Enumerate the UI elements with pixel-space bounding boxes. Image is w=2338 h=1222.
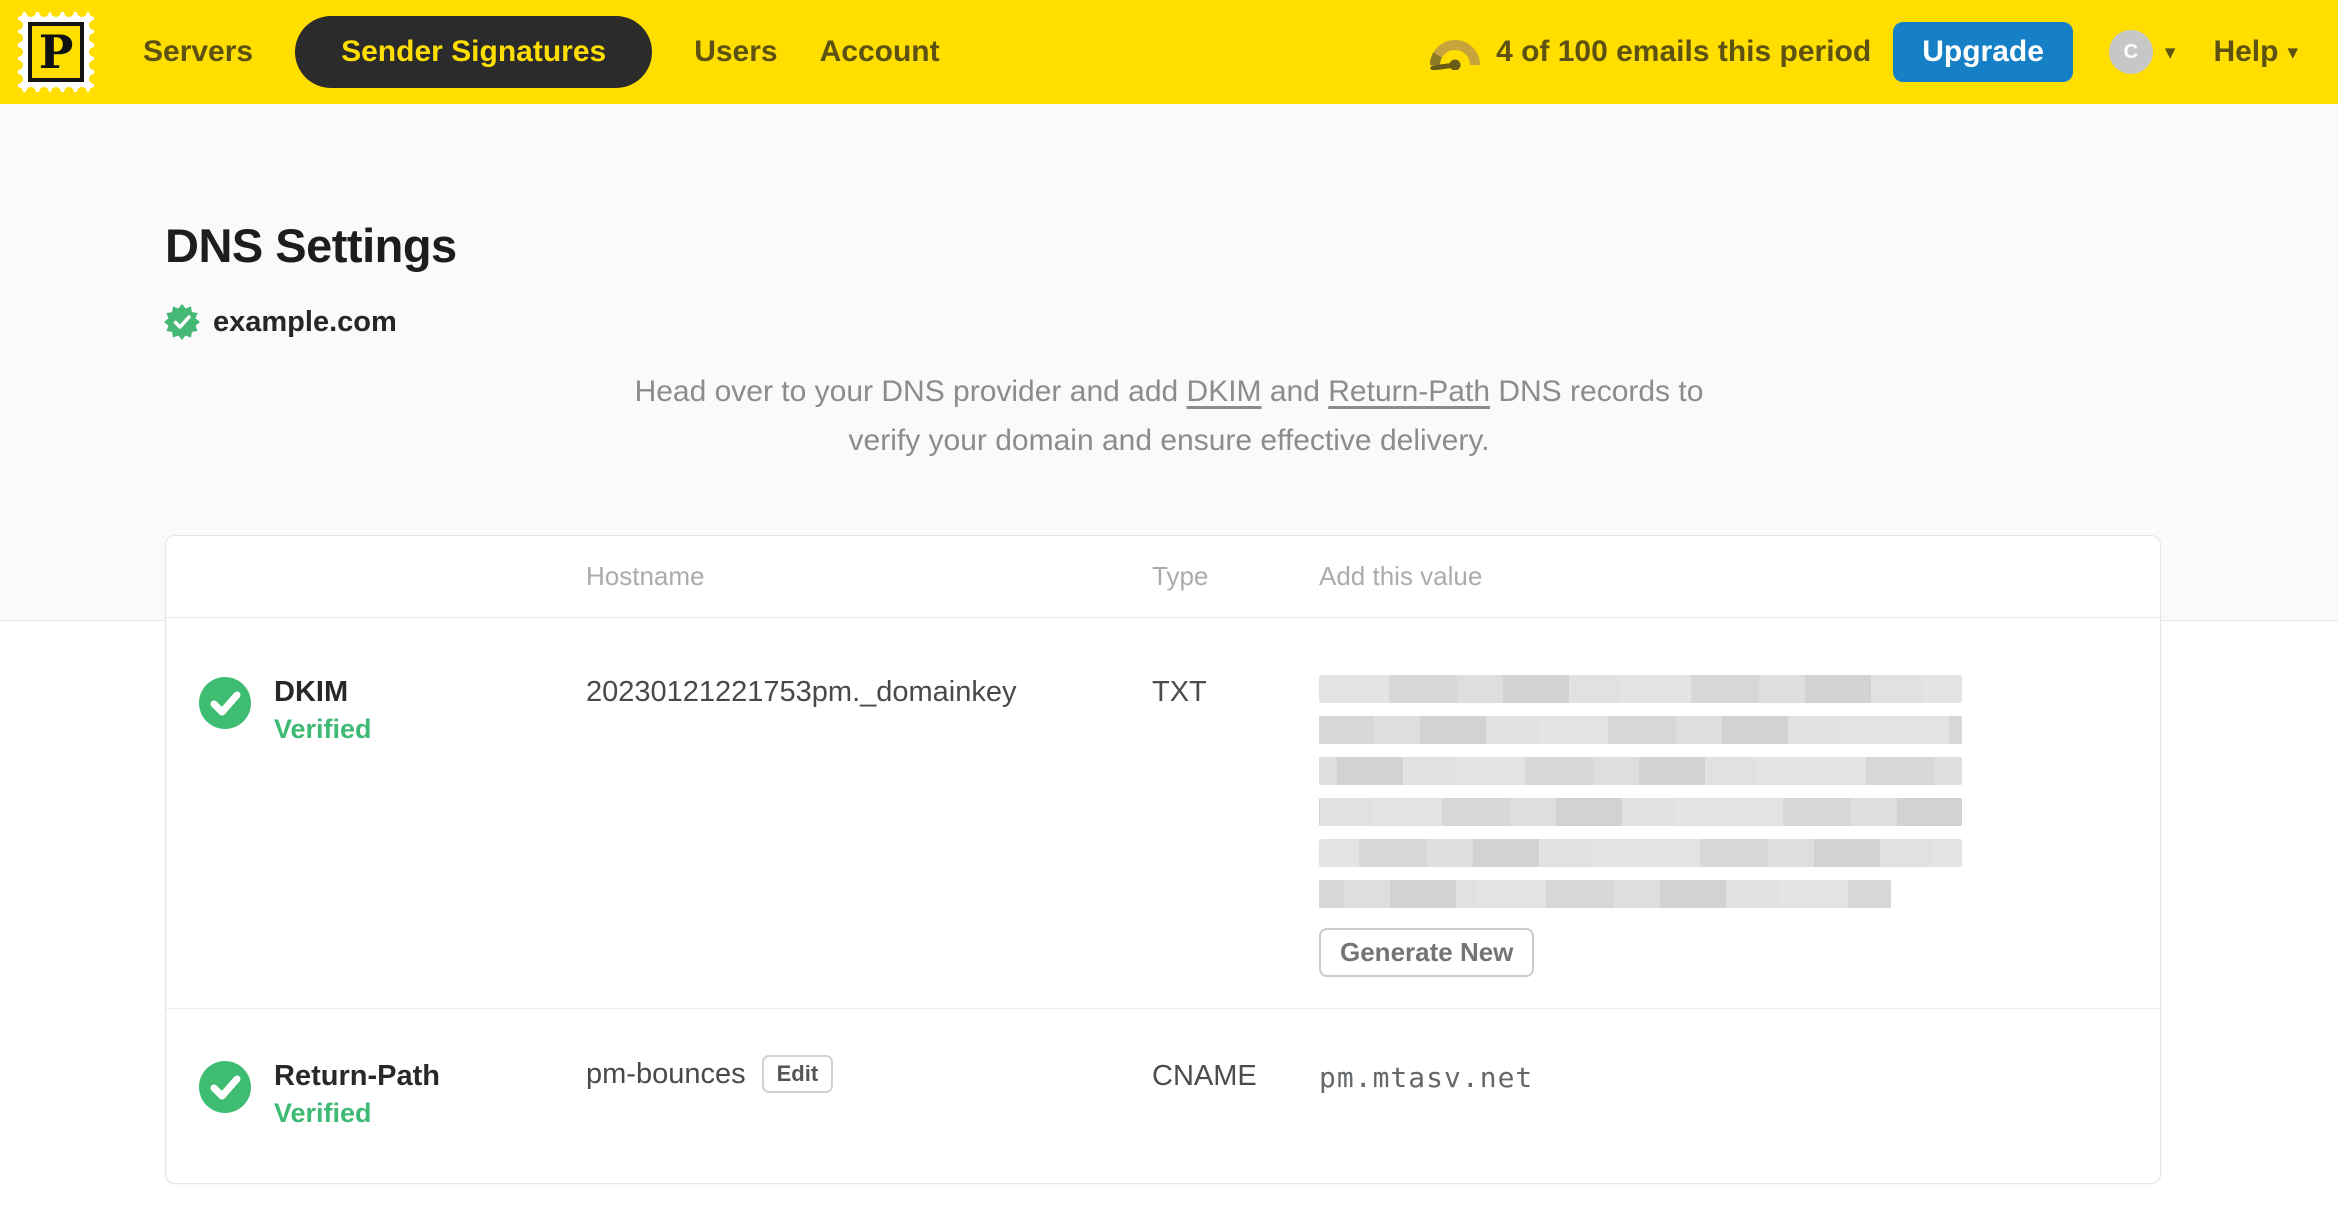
table-header-row: Hostname Type Add this value — [166, 536, 2160, 618]
chevron-down-icon: ▾ — [2164, 40, 2176, 64]
usage-meter: 4 of 100 emails this period — [1430, 34, 1871, 70]
redacted-value-bar — [1319, 675, 1962, 703]
help-menu[interactable]: Help ▾ — [2213, 35, 2298, 69]
col-header-hostname: Hostname — [586, 561, 705, 591]
return-path-value: pm.mtasv.net — [1319, 1061, 1534, 1094]
return-path-type: CNAME — [1152, 1060, 1257, 1092]
table-row-dkim: DKIM Verified 20230121221753pm._domainke… — [166, 618, 2160, 1008]
domain-name: example.com — [213, 305, 397, 338]
gauge-icon — [1430, 40, 1481, 70]
primary-nav: Servers Sender Signatures Users Account — [143, 16, 940, 88]
intro-line2: verify your domain and ensure effective … — [848, 424, 1490, 457]
nav-item-users[interactable]: Users — [694, 35, 777, 69]
col-header-type: Type — [1152, 561, 1209, 591]
chevron-down-icon: ▾ — [2287, 40, 2298, 64]
generate-new-button[interactable]: Generate New — [1319, 928, 1535, 977]
intro-text: Head over to your DNS provider and add D… — [0, 367, 2338, 465]
return-path-status-cell: Return-Path Verified — [166, 1059, 586, 1183]
top-navbar: P Servers Sender Signatures Users Accoun… — [0, 0, 2338, 104]
redacted-value-bar — [1319, 880, 1892, 908]
check-circle-icon — [199, 677, 251, 729]
upgrade-button[interactable]: Upgrade — [1893, 22, 2073, 82]
dkim-status-text: DKIM Verified — [274, 675, 372, 745]
verified-seal-icon — [164, 304, 200, 340]
dkim-value-redacted — [1319, 675, 1962, 908]
nav-item-account[interactable]: Account — [820, 35, 940, 69]
nav-item-servers[interactable]: Servers — [143, 35, 253, 69]
table-row-return-path: Return-Path Verified pm-bounces Edit CNA… — [166, 1008, 2160, 1183]
check-circle-icon — [199, 1061, 251, 1113]
usage-count-text: 4 of 100 emails this period — [1496, 35, 1872, 68]
dns-records-card: Hostname Type Add this value DKIM Verifi… — [165, 535, 2161, 1184]
postmark-stamp-logo[interactable]: P — [14, 8, 98, 96]
dkim-value-cell: Generate New — [1319, 675, 2160, 1008]
page-title: DNS Settings — [165, 219, 457, 272]
postmark-app: P Servers Sender Signatures Users Accoun… — [0, 0, 2338, 1222]
avatar[interactable]: C — [2108, 30, 2153, 74]
redacted-value-bar — [1319, 798, 1962, 826]
return-path-status-text: Return-Path Verified — [274, 1059, 440, 1129]
record-name: DKIM — [274, 676, 349, 708]
main-content: DNS Settings example.com Head over to yo… — [0, 104, 2338, 1184]
redacted-value-bar — [1319, 716, 1962, 744]
logo-letter: P — [39, 25, 74, 79]
edit-button[interactable]: Edit — [761, 1055, 834, 1093]
status-badge: Verified — [274, 714, 372, 744]
redacted-value-bar — [1319, 839, 1962, 867]
dkim-hostname: 20230121221753pm._domainkey — [586, 676, 1017, 708]
dkim-status-cell: DKIM Verified — [166, 675, 586, 1008]
return-path-hostname-cell: pm-bounces Edit — [586, 1055, 1152, 1183]
navbar-right: 4 of 100 emails this period Upgrade C ▾ … — [1430, 22, 2298, 82]
intro-mid: and — [1261, 375, 1329, 408]
intro-line1-end: DNS records to — [1490, 375, 1704, 408]
return-path-link[interactable]: Return-Path — [1328, 375, 1490, 408]
record-name: Return-Path — [274, 1060, 440, 1092]
dkim-type: TXT — [1152, 676, 1207, 708]
account-menu[interactable]: C ▾ — [2108, 30, 2176, 74]
dkim-link[interactable]: DKIM — [1187, 375, 1262, 408]
return-path-hostname: pm-bounces — [586, 1058, 746, 1090]
nav-item-sender-signatures-active[interactable]: Sender Signatures — [295, 16, 653, 88]
intro-pre: Head over to your DNS provider and add — [634, 375, 1187, 408]
status-badge: Verified — [274, 1098, 372, 1128]
help-label: Help — [2213, 35, 2279, 68]
verified-domain: example.com — [164, 304, 2338, 340]
return-path-value-cell: pm.mtasv.net — [1319, 1059, 2160, 1183]
col-header-value: Add this value — [1319, 561, 1483, 591]
redacted-value-bar — [1319, 757, 1962, 785]
